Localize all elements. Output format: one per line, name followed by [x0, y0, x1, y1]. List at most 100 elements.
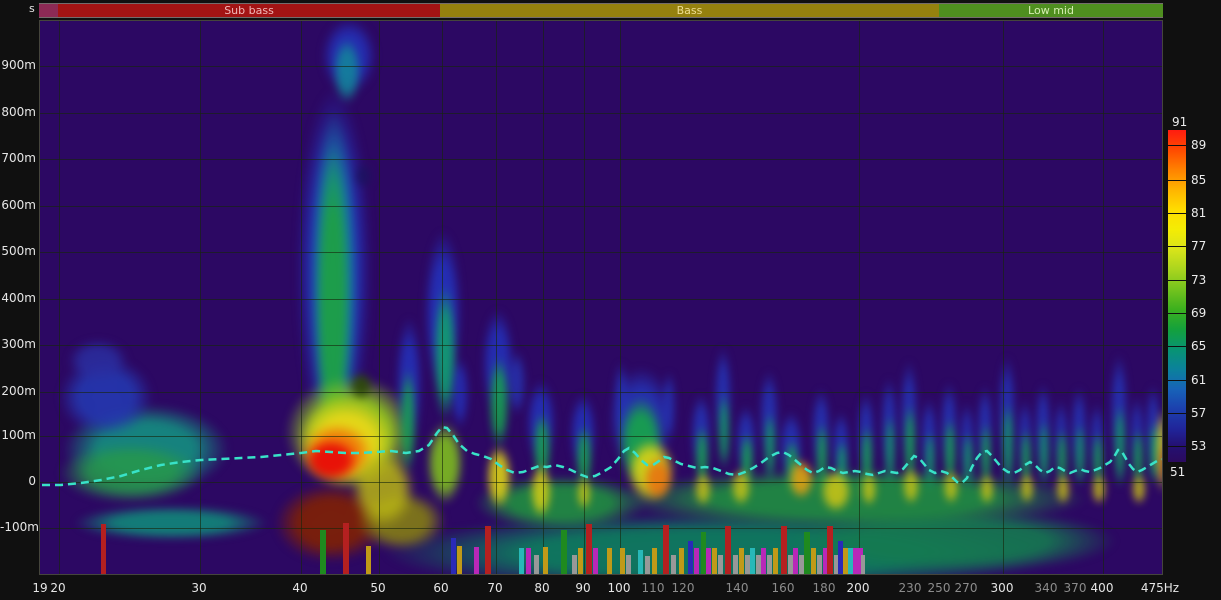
legend-tick-line [1168, 346, 1186, 347]
peak-marker-bar[interactable] [733, 555, 738, 575]
peak-marker-bar[interactable] [767, 555, 772, 575]
time-axis-unit-label: s [29, 3, 35, 14]
peak-marker-bar[interactable] [663, 525, 669, 575]
freq-tick-label: 230 [899, 582, 922, 594]
freq-tick-label: 250 [928, 582, 951, 594]
peak-marker-bar[interactable] [451, 538, 456, 575]
legend-max-label: 91 [1172, 116, 1187, 128]
peak-marker-bar[interactable] [861, 555, 865, 575]
freq-tick-label: 475Hz [1141, 582, 1179, 594]
peak-marker-bar[interactable] [793, 548, 798, 575]
spectrogram-plot-area[interactable] [39, 20, 1163, 575]
time-tick-label: 800m [0, 106, 36, 118]
time-tick-label: -100m [0, 521, 36, 533]
legend-tick-line [1168, 313, 1186, 314]
peak-marker-bar[interactable] [718, 555, 723, 575]
peak-marker-bar[interactable] [694, 548, 699, 575]
freq-tick-label: 180 [813, 582, 836, 594]
legend-tick-line [1168, 246, 1186, 247]
time-tick-label: 0 [0, 475, 36, 487]
peak-marker-bar[interactable] [474, 547, 479, 575]
peak-marker-bar[interactable] [626, 555, 631, 575]
freq-tick-label: 300 [991, 582, 1014, 594]
freq-tick-label: 100 [608, 582, 631, 594]
peak-marker-bar[interactable] [712, 548, 717, 575]
peak-marker-bar[interactable] [572, 555, 577, 575]
time-tick-label: 400m [0, 292, 36, 304]
legend-tick-label: 73 [1191, 274, 1206, 286]
legend-tick-label: 85 [1191, 174, 1206, 186]
legend-min-label: 51 [1170, 466, 1185, 478]
peak-marker-bar[interactable] [607, 548, 612, 575]
peak-marker-bar[interactable] [457, 546, 462, 575]
peak-marker-bar[interactable] [366, 546, 371, 575]
band-segment-bass: Bass [440, 4, 939, 17]
peak-marker-bar[interactable] [817, 555, 822, 575]
freq-tick-label: 270 [955, 582, 978, 594]
peak-marker-bar[interactable] [578, 548, 583, 575]
peak-marker-bar[interactable] [320, 530, 326, 575]
peak-marker-bar[interactable] [671, 555, 676, 575]
freq-tick-label: 90 [575, 582, 590, 594]
legend-tick-line [1168, 413, 1186, 414]
freq-tick-label: 30 [191, 582, 206, 594]
peak-marker-bar[interactable] [679, 548, 684, 575]
peak-marker-bar[interactable] [526, 548, 531, 575]
freq-tick-label: 19 [32, 582, 47, 594]
freq-tick-label: 370 [1064, 582, 1087, 594]
peak-marker-bar[interactable] [593, 548, 598, 575]
overlay-trace-line [40, 21, 1163, 575]
legend-tick-line [1168, 145, 1186, 146]
peak-marker-bar[interactable] [827, 526, 833, 575]
peak-marker-bar[interactable] [586, 524, 592, 575]
legend-tick-line [1168, 180, 1186, 181]
legend-tick-label: 61 [1191, 374, 1206, 386]
peak-marker-bar[interactable] [534, 555, 539, 575]
peak-marker-bar[interactable] [543, 547, 548, 575]
time-tick-label: 700m [0, 152, 36, 164]
peak-marker-bar[interactable] [804, 532, 810, 575]
legend-tick-label: 77 [1191, 240, 1206, 252]
legend-tick-label: 69 [1191, 307, 1206, 319]
peak-marker-bar[interactable] [645, 556, 650, 575]
peak-marker-bar[interactable] [485, 526, 491, 575]
peak-marker-bar[interactable] [519, 548, 524, 575]
peak-marker-bar[interactable] [799, 555, 804, 575]
freq-tick-label: 400 [1091, 582, 1114, 594]
freq-tick-label: 160 [772, 582, 795, 594]
legend-tick-label: 57 [1191, 407, 1206, 419]
peak-marker-bar[interactable] [652, 548, 657, 575]
band-segment [39, 4, 58, 17]
peak-marker-bar[interactable] [811, 548, 816, 575]
freq-tick-label: 60 [433, 582, 448, 594]
peak-marker-bar[interactable] [706, 548, 711, 575]
time-tick-label: 200m [0, 385, 36, 397]
peak-marker-bar[interactable] [101, 524, 106, 575]
time-tick-label: 500m [0, 245, 36, 257]
peak-marker-bar[interactable] [343, 523, 349, 575]
legend-tick-line [1168, 280, 1186, 281]
band-segment-low-mid: Low mid [939, 4, 1163, 17]
time-tick-label: 100m [0, 429, 36, 441]
peak-marker-bar[interactable] [739, 548, 744, 575]
overlay-trace-polyline [42, 427, 1163, 485]
peak-marker-bar[interactable] [773, 548, 778, 575]
freq-tick-label: 340 [1035, 582, 1058, 594]
peak-marker-bar[interactable] [781, 526, 787, 575]
peak-marker-bar[interactable] [688, 541, 693, 575]
peak-marker-bar[interactable] [750, 548, 755, 575]
freq-tick-label: 200 [847, 582, 870, 594]
legend-tick-label: 89 [1191, 139, 1206, 151]
freq-tick-label: 110 [642, 582, 665, 594]
freq-tick-label: 50 [370, 582, 385, 594]
freq-tick-label: 120 [672, 582, 695, 594]
peak-marker-bar[interactable] [561, 530, 567, 575]
frequency-band-strip: Sub bassBassLow mid [39, 3, 1163, 18]
freq-tick-label: 70 [487, 582, 502, 594]
freq-tick-label: 80 [534, 582, 549, 594]
peak-marker-bar[interactable] [761, 548, 766, 575]
peak-marker-bar[interactable] [620, 548, 625, 575]
legend-tick-label: 65 [1191, 340, 1206, 352]
peak-marker-bar[interactable] [725, 526, 731, 575]
peak-marker-bar[interactable] [638, 550, 643, 575]
